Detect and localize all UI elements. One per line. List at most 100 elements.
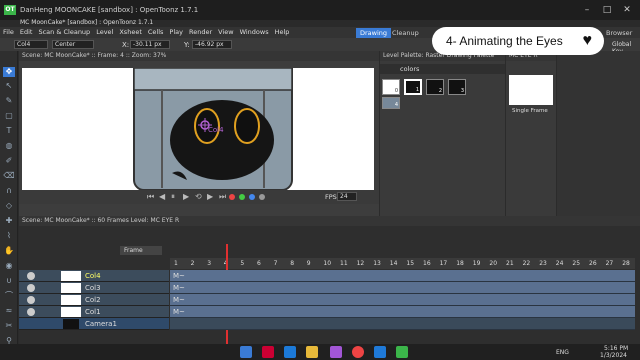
blue-channel-icon[interactable] xyxy=(249,194,255,200)
menu-view[interactable]: View xyxy=(215,27,236,38)
layer-row-col1[interactable]: Col1 xyxy=(19,306,169,318)
media-app-icon[interactable] xyxy=(262,346,274,358)
palette-chip-1[interactable]: 1 xyxy=(404,79,422,95)
input-language[interactable]: ENG xyxy=(556,349,569,356)
fps-field[interactable]: 24 xyxy=(337,192,357,201)
menu-edit[interactable]: Edit xyxy=(17,27,36,38)
red-channel-icon[interactable] xyxy=(229,194,235,200)
room-tab-drawing[interactable]: Drawing xyxy=(356,28,392,38)
magnet-tool-icon[interactable]: ∪ xyxy=(3,276,15,286)
frame-number[interactable]: 1 xyxy=(174,260,178,267)
frame-number[interactable]: 10 xyxy=(323,260,331,267)
frame-number[interactable]: 9 xyxy=(307,260,311,267)
file-explorer-icon[interactable] xyxy=(306,346,318,358)
control-point-tool-icon[interactable]: ⌇ xyxy=(3,231,15,241)
frame-number[interactable]: 28 xyxy=(622,260,630,267)
preview-toggle-icon[interactable] xyxy=(27,308,35,316)
opentoonz-taskbar-icon[interactable] xyxy=(396,346,408,358)
style-picker-tool-icon[interactable]: ◇ xyxy=(3,201,15,211)
eraser-tool-icon[interactable]: ⌫ xyxy=(3,171,15,181)
maximize-icon[interactable]: □ xyxy=(600,4,614,16)
cell-row-col1[interactable]: M~ xyxy=(170,306,635,318)
room-tab-browser[interactable]: Browser xyxy=(602,28,636,38)
object-select[interactable]: Col4 xyxy=(14,40,48,49)
frame-number[interactable]: 19 xyxy=(473,260,481,267)
menu-windows[interactable]: Windows xyxy=(237,27,272,38)
edge-browser-icon[interactable] xyxy=(284,346,296,358)
iron-tool-icon[interactable]: ≈ xyxy=(3,306,15,316)
cell-row-col3[interactable]: M~ xyxy=(170,282,635,294)
layer-row-camera[interactable]: Camera1 xyxy=(19,318,169,330)
frame-number[interactable]: 15 xyxy=(406,260,414,267)
chrome-icon[interactable] xyxy=(352,346,364,358)
menu-file[interactable]: File xyxy=(0,27,17,38)
pump-tool-icon[interactable]: ◉ xyxy=(3,261,15,271)
frame-number[interactable]: 3 xyxy=(207,260,211,267)
cutter-tool-icon[interactable]: ✂ xyxy=(3,321,15,331)
menu-scan-cleanup[interactable]: Scan & Cleanup xyxy=(35,27,93,38)
frame-number[interactable]: 2 xyxy=(191,260,195,267)
frame-number[interactable]: 26 xyxy=(589,260,597,267)
palette-chip-3[interactable]: 3 xyxy=(448,79,466,95)
frame-number[interactable]: 8 xyxy=(290,260,294,267)
first-frame-icon[interactable]: ⏮ xyxy=(147,192,154,202)
frame-number[interactable]: 21 xyxy=(506,260,514,267)
frame-number[interactable]: 23 xyxy=(539,260,547,267)
last-frame-icon[interactable]: ⏭ xyxy=(219,192,226,202)
frame-number[interactable]: 24 xyxy=(556,260,564,267)
photos-app-icon[interactable] xyxy=(374,346,386,358)
bender-tool-icon[interactable]: ⌒ xyxy=(3,291,15,301)
preview-toggle-icon[interactable] xyxy=(27,284,35,292)
menu-render[interactable]: Render xyxy=(186,27,215,38)
cell-row-col4[interactable]: M~ xyxy=(170,270,635,282)
menu-play[interactable]: Play xyxy=(166,27,186,38)
clock-time[interactable]: 5:16 PM xyxy=(604,345,628,352)
frame-number[interactable]: 25 xyxy=(572,260,580,267)
palette-chip-4[interactable]: 4 xyxy=(382,97,400,109)
fill-tool-icon[interactable]: ◍ xyxy=(3,141,15,151)
type-tool-icon[interactable]: T xyxy=(3,126,15,136)
center-select[interactable]: Center xyxy=(52,40,94,49)
menu-xsheet[interactable]: Xsheet xyxy=(116,27,145,38)
frame-number[interactable]: 18 xyxy=(456,260,464,267)
animate-tool-icon[interactable]: ✥ xyxy=(3,67,15,77)
frame-number[interactable]: 11 xyxy=(340,260,348,267)
viewer-canvas[interactable] xyxy=(22,68,374,190)
frame-number[interactable]: 22 xyxy=(523,260,531,267)
frame-zoom-select[interactable]: Frame xyxy=(120,246,162,255)
frame-number[interactable]: 20 xyxy=(489,260,497,267)
paint-brush-tool-icon[interactable]: ✐ xyxy=(3,156,15,166)
cell-row-col2[interactable]: M~ xyxy=(170,294,635,306)
green-channel-icon[interactable] xyxy=(239,194,245,200)
next-frame-icon[interactable]: ▶ xyxy=(207,192,213,201)
rgb-picker-tool-icon[interactable]: ✚ xyxy=(3,216,15,226)
layer-row-col3[interactable]: Col3 xyxy=(19,282,169,294)
menu-cells[interactable]: Cells xyxy=(145,27,167,38)
prev-frame-icon[interactable]: ◀ xyxy=(159,192,165,201)
alpha-channel-icon[interactable] xyxy=(259,194,265,200)
close-icon[interactable]: ✕ xyxy=(620,4,634,16)
level-frame-thumbnail[interactable] xyxy=(509,75,553,105)
frame-number[interactable]: 16 xyxy=(423,260,431,267)
minimize-icon[interactable]: – xyxy=(580,4,594,16)
clock-date[interactable]: 1/3/2024 xyxy=(600,352,627,359)
tape-tool-icon[interactable]: ∩ xyxy=(3,186,15,196)
preview-toggle-icon[interactable] xyxy=(27,296,35,304)
cell-row-camera[interactable] xyxy=(170,318,635,330)
y-position-field[interactable]: -46.92 px xyxy=(192,40,232,49)
menu-help[interactable]: Help xyxy=(272,27,293,38)
frame-number[interactable]: 17 xyxy=(440,260,448,267)
room-tab-cleanup[interactable]: Cleanup xyxy=(388,28,423,38)
layer-row-col4[interactable]: Col4 xyxy=(19,270,169,282)
frame-number[interactable]: 6 xyxy=(257,260,261,267)
preview-toggle-icon[interactable] xyxy=(27,272,35,280)
frame-number[interactable]: 27 xyxy=(606,260,614,267)
palette-chip-2[interactable]: 2 xyxy=(426,79,444,95)
frame-number[interactable]: 5 xyxy=(240,260,244,267)
frame-number[interactable]: 12 xyxy=(357,260,365,267)
frame-number[interactable]: 13 xyxy=(373,260,381,267)
geometric-tool-icon[interactable]: ▢ xyxy=(3,111,15,121)
frame-number[interactable]: 14 xyxy=(390,260,398,267)
x-position-field[interactable]: -30.11 px xyxy=(130,40,170,49)
purple-app-icon[interactable] xyxy=(330,346,342,358)
